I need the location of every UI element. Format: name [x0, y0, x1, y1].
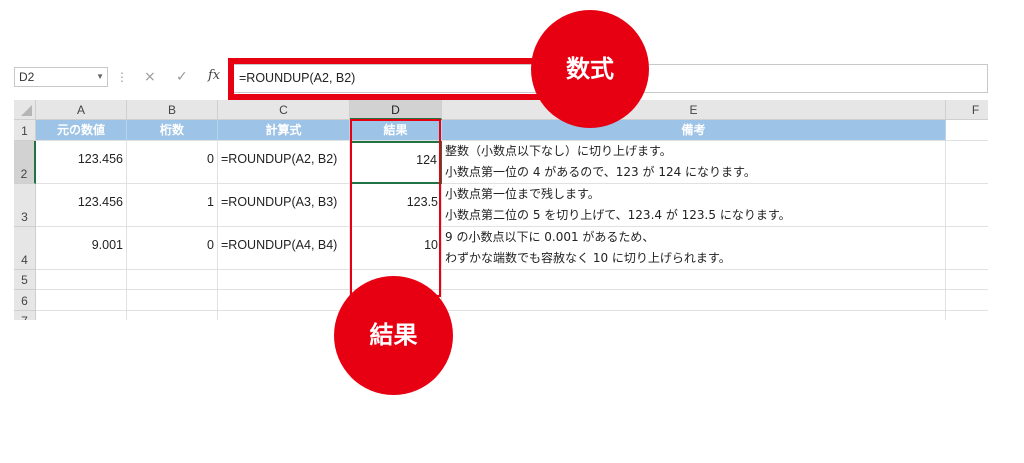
- cell-b4[interactable]: 0: [127, 227, 218, 270]
- column-header-a[interactable]: A: [36, 100, 127, 120]
- cancel-icon[interactable]: ×: [144, 68, 156, 86]
- cell-f5[interactable]: [946, 270, 988, 290]
- cell-f3[interactable]: [946, 184, 988, 227]
- note-line: 9 の小数点以下に 0.001 があるため、: [445, 230, 655, 244]
- cell-e2[interactable]: 整数（小数点以下なし）に切り上げます。 小数点第一位の 4 があるので、123 …: [442, 141, 946, 184]
- cell-c3[interactable]: =ROUNDUP(A3, B3): [218, 184, 350, 227]
- name-box[interactable]: D2 ▼: [14, 67, 108, 87]
- cell-b2[interactable]: 0: [127, 141, 218, 184]
- column-header-d[interactable]: D: [350, 100, 442, 120]
- cell-a4[interactable]: 9.001: [36, 227, 127, 270]
- cell-f7[interactable]: [946, 311, 988, 320]
- name-box-value: D2: [19, 70, 35, 84]
- cell-c4[interactable]: =ROUNDUP(A4, B4): [218, 227, 350, 270]
- row-header-3[interactable]: 3: [14, 184, 36, 227]
- column-header-f[interactable]: F: [946, 100, 988, 120]
- column-header-c[interactable]: C: [218, 100, 350, 120]
- note-line: 整数（小数点以下なし）に切り上げます。: [445, 144, 672, 158]
- formula-callout: 数式: [531, 10, 649, 128]
- cell-b6[interactable]: [127, 290, 218, 311]
- result-callout: 結果: [334, 276, 453, 395]
- row-header-1[interactable]: 1: [14, 120, 36, 141]
- note-line: 小数点第一位まで残します。: [445, 187, 600, 201]
- row-header-4[interactable]: 4: [14, 227, 36, 270]
- cell-b7[interactable]: [127, 311, 218, 320]
- column-header-b[interactable]: B: [127, 100, 218, 120]
- cell-b3[interactable]: 1: [127, 184, 218, 227]
- column-header-e[interactable]: E: [442, 100, 946, 120]
- note-line: 小数点第一位の 4 があるので、123 が 124 になります。: [445, 165, 756, 179]
- select-all-button[interactable]: [14, 100, 36, 120]
- cell-b5[interactable]: [127, 270, 218, 290]
- cell-f1[interactable]: [946, 120, 988, 141]
- note-line: 小数点第二位の 5 を切り上げて、123.4 が 123.5 になります。: [445, 208, 791, 222]
- cell-e7[interactable]: [442, 311, 946, 320]
- chevron-down-icon[interactable]: ▼: [96, 68, 104, 86]
- cell-f6[interactable]: [946, 290, 988, 311]
- cell-a2[interactable]: 123.456: [36, 141, 127, 184]
- cell-f2[interactable]: [946, 141, 988, 184]
- header-cell-formula[interactable]: 計算式: [218, 120, 350, 141]
- cell-a7[interactable]: [36, 311, 127, 320]
- cell-e3[interactable]: 小数点第一位まで残します。 小数点第二位の 5 を切り上げて、123.4 が 1…: [442, 184, 946, 227]
- cell-e5[interactable]: [442, 270, 946, 290]
- header-cell-notes[interactable]: 備考: [442, 120, 946, 141]
- enter-check-icon[interactable]: ✓: [176, 68, 188, 86]
- row-header-5[interactable]: 5: [14, 270, 36, 290]
- cell-c6[interactable]: [218, 290, 350, 311]
- row-header-2[interactable]: 2: [14, 141, 36, 184]
- row-header-7[interactable]: 7: [14, 311, 36, 320]
- result-highlight-frame: [350, 119, 441, 297]
- row-header-6[interactable]: 6: [14, 290, 36, 311]
- formula-highlight-frame: [228, 58, 550, 100]
- spreadsheet-grid: A B C D E F 1 2 3 4 5 6 7 元の数値 桁数 計算式 結果…: [14, 100, 988, 320]
- cell-e6[interactable]: [442, 290, 946, 311]
- cell-c7[interactable]: [218, 311, 350, 320]
- insert-function-icon[interactable]: fx: [208, 68, 220, 83]
- note-line: わずかな端数でも容赦なく 10 に切り上げられます。: [445, 251, 731, 265]
- cell-f4[interactable]: [946, 227, 988, 270]
- cell-a3[interactable]: 123.456: [36, 184, 127, 227]
- cell-c5[interactable]: [218, 270, 350, 290]
- cell-a6[interactable]: [36, 290, 127, 311]
- header-cell-digits[interactable]: 桁数: [127, 120, 218, 141]
- header-cell-original-value[interactable]: 元の数値: [36, 120, 127, 141]
- more-vertical-icon: ⋮: [116, 70, 128, 84]
- cell-c2[interactable]: =ROUNDUP(A2, B2): [218, 141, 350, 184]
- cell-e4[interactable]: 9 の小数点以下に 0.001 があるため、 わずかな端数でも容赦なく 10 に…: [442, 227, 946, 270]
- cell-a5[interactable]: [36, 270, 127, 290]
